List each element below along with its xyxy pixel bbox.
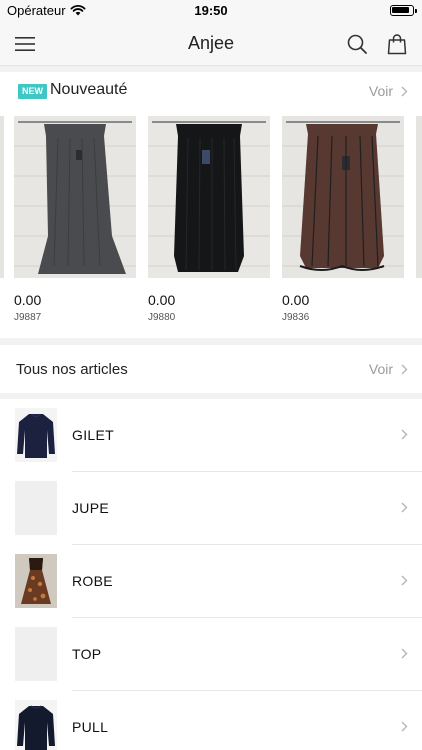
battery-icon [390, 5, 417, 16]
product-image [0, 116, 4, 278]
product-image [416, 116, 422, 278]
chevron-right-icon [401, 364, 408, 374]
category-list: GILET JUPE ROBE TOP PULL [0, 399, 422, 750]
category-label: TOP [72, 646, 102, 662]
category-thumbnail [15, 700, 57, 750]
navigation-bar: Anjee [0, 22, 422, 66]
new-section-title: Nouveauté [50, 81, 128, 98]
category-row-top[interactable]: TOP [0, 618, 422, 691]
all-articles-header[interactable]: Tous nos articles Voir [0, 345, 422, 393]
product-image [282, 116, 404, 278]
all-articles-title: Tous nos articles [16, 361, 128, 378]
see-all-label: Voir [368, 361, 393, 377]
product-card-partial[interactable] [416, 116, 422, 292]
category-row-robe[interactable]: ROBE [0, 545, 422, 618]
product-price: 0.00 [148, 292, 176, 308]
search-icon [347, 34, 367, 54]
product-image [14, 116, 136, 278]
category-thumbnail [15, 481, 57, 535]
product-reference: J9836 [282, 312, 310, 323]
chevron-right-icon [401, 648, 408, 659]
category-thumbnail [15, 627, 57, 681]
category-label: GILET [72, 427, 114, 443]
category-row-gilet[interactable]: GILET [0, 399, 422, 472]
product-reference: J9880 [148, 312, 176, 323]
category-thumbnail [15, 408, 57, 462]
product-price: 0.00 [282, 292, 310, 308]
product-card[interactable]: 0.00 J9887 [14, 116, 136, 323]
product-price: 0.00 [14, 292, 42, 308]
chevron-right-icon [401, 86, 408, 96]
new-products-carousel[interactable]: 0.00 J9887 0.00 J9880 0.00 J9836 [0, 116, 422, 330]
menu-button[interactable] [11, 30, 39, 58]
chevron-right-icon [401, 575, 408, 586]
category-label: PULL [72, 719, 109, 735]
menu-icon [15, 37, 35, 51]
category-label: JUPE [72, 500, 109, 516]
status-time: 19:50 [194, 3, 228, 18]
section-divider [0, 338, 422, 345]
product-reference: J9887 [14, 312, 42, 323]
chevron-right-icon [401, 721, 408, 732]
chevron-right-icon [401, 429, 408, 440]
category-thumbnail [15, 554, 57, 608]
search-button[interactable] [343, 30, 371, 58]
see-all-articles-link[interactable]: Voir [369, 361, 408, 377]
new-section-header: NEW Nouveauté Voir [0, 72, 422, 110]
product-card-partial[interactable] [0, 116, 4, 278]
new-badge: NEW [18, 84, 47, 99]
product-card[interactable]: 0.00 J9880 [148, 116, 270, 323]
category-row-jupe[interactable]: JUPE [0, 472, 422, 545]
chevron-right-icon [401, 502, 408, 513]
category-label: ROBE [72, 573, 113, 589]
product-card[interactable]: 0.00 J9836 [282, 116, 404, 323]
product-image [148, 116, 270, 278]
status-bar: Opérateur 19:50 [0, 0, 422, 22]
see-all-new-link[interactable]: Voir [369, 83, 408, 99]
category-row-pull[interactable]: PULL [0, 691, 422, 750]
see-all-label: Voir [368, 83, 393, 99]
cart-button[interactable] [383, 30, 411, 58]
bag-icon [387, 34, 407, 55]
